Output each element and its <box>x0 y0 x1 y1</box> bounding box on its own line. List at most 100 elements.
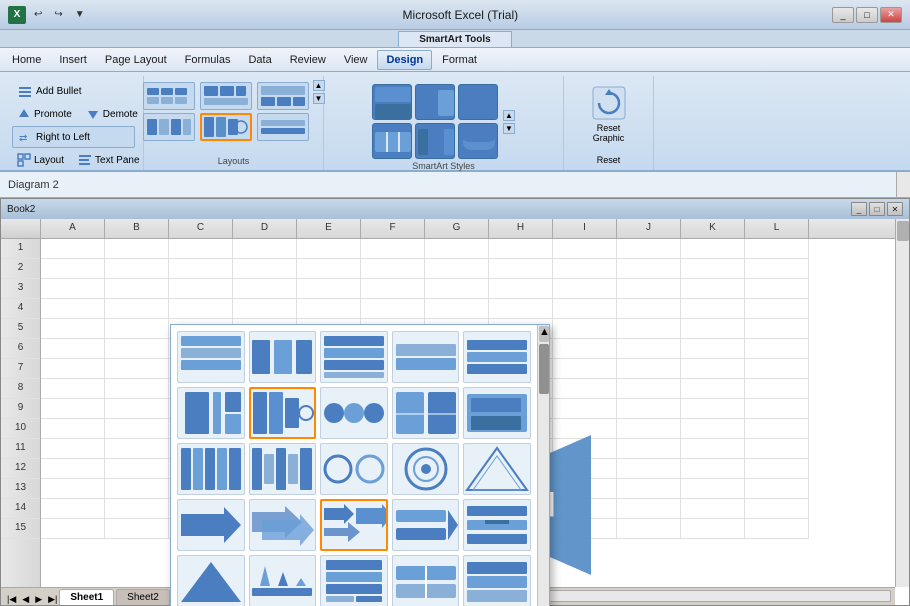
cell-h1[interactable] <box>489 239 553 259</box>
menu-bar: Home Insert Page Layout Formulas Data Re… <box>0 48 910 72</box>
layouts-scroll-up[interactable]: ▲ <box>313 80 325 91</box>
row-15: 15 <box>1 519 40 539</box>
menu-design[interactable]: Design <box>377 50 432 70</box>
dp-layout-4[interactable] <box>392 331 460 383</box>
dp-layout-16[interactable] <box>177 499 245 551</box>
cell-d1[interactable] <box>233 239 297 259</box>
smartart-style-6[interactable] <box>458 123 498 159</box>
dp-layout-21[interactable] <box>177 555 245 606</box>
right-to-left-button[interactable]: ⇄ Right to Left <box>12 126 135 148</box>
layout-thumb-4[interactable] <box>143 113 195 141</box>
vertical-scrollbar[interactable] <box>895 219 909 587</box>
undo-button[interactable]: ↩ <box>30 7 46 22</box>
menu-formulas[interactable]: Formulas <box>177 51 239 69</box>
sheet-tab-2[interactable]: Sheet2 <box>116 589 170 605</box>
close-button[interactable]: ✕ <box>880 7 902 23</box>
menu-format[interactable]: Format <box>434 51 485 69</box>
wb-restore-button[interactable]: □ <box>869 202 885 216</box>
workbook-title-bar: Book2 _ □ ✕ <box>1 199 909 219</box>
smartart-style-3[interactable] <box>415 84 455 120</box>
dp-layout-18-selected[interactable] <box>320 499 388 551</box>
dp-layout-11[interactable] <box>177 443 245 495</box>
cell-a1[interactable] <box>41 239 105 259</box>
menu-page-layout[interactable]: Page Layout <box>97 51 175 69</box>
cell-a2[interactable] <box>41 259 105 279</box>
smartart-style-2[interactable] <box>372 123 412 159</box>
dp-layout-17[interactable] <box>249 499 317 551</box>
demote-button[interactable]: Demote <box>81 104 143 124</box>
dp-layout-15[interactable] <box>463 443 531 495</box>
cell-j1[interactable] <box>617 239 681 259</box>
cell-c1[interactable] <box>169 239 233 259</box>
layouts-dropdown-panel: ▲ ▼ + More Layouts... <box>170 324 550 606</box>
menu-review[interactable]: Review <box>282 51 334 69</box>
add-bullet-button[interactable]: Add Bullet <box>12 80 135 102</box>
styles-scroll-more[interactable]: ▼ <box>503 123 515 134</box>
dp-layout-9[interactable] <box>392 387 460 439</box>
dp-layout-2[interactable] <box>249 331 317 383</box>
ribbon-scrollbar[interactable] <box>896 172 910 197</box>
layout-thumb-1[interactable] <box>143 82 195 110</box>
dp-layout-8[interactable] <box>320 387 388 439</box>
sheet-tab-1[interactable]: Sheet1 <box>59 589 114 605</box>
dropdown-scrollbar[interactable]: ▲ ▼ <box>537 325 549 606</box>
right-to-left-label: Right to Left <box>36 132 90 143</box>
maximize-button[interactable]: □ <box>856 7 878 23</box>
menu-home[interactable]: Home <box>4 51 49 69</box>
menu-insert[interactable]: Insert <box>51 51 95 69</box>
menu-data[interactable]: Data <box>240 51 279 69</box>
reset-graphic-button[interactable]: ResetGraphic <box>582 80 636 148</box>
cell-k1[interactable] <box>681 239 745 259</box>
layouts-content: ▲ ▼ <box>143 76 325 154</box>
tab-nav-next[interactable]: ▶ <box>33 594 44 605</box>
promote-button[interactable]: Promote <box>12 104 77 124</box>
layout-button[interactable]: Layout <box>12 150 69 170</box>
dp-layout-22[interactable] <box>249 555 317 606</box>
layout-thumb-6[interactable] <box>257 113 309 141</box>
cell-b2[interactable] <box>105 259 169 279</box>
smartart-style-4[interactable] <box>415 123 455 159</box>
dp-layout-25[interactable] <box>463 555 531 606</box>
cell-b1[interactable] <box>105 239 169 259</box>
wb-close-button[interactable]: ✕ <box>887 202 903 216</box>
dropdown-scroll-up[interactable]: ▲ <box>539 326 549 342</box>
minimize-button[interactable]: _ <box>832 7 854 23</box>
reset-label[interactable]: Reset <box>588 150 630 170</box>
text-pane-button[interactable]: Text Pane <box>73 150 144 170</box>
cell-e1[interactable] <box>297 239 361 259</box>
redo-button[interactable]: ↪ <box>50 7 66 22</box>
cell-l1[interactable] <box>745 239 809 259</box>
tab-nav-last[interactable]: ▶| <box>46 594 59 605</box>
dp-layout-23[interactable] <box>320 555 388 606</box>
smartart-style-5[interactable] <box>458 84 498 120</box>
tab-nav-prev[interactable]: ◀ <box>20 594 31 605</box>
dp-layout-13[interactable] <box>320 443 388 495</box>
smartart-style-1[interactable] <box>372 84 412 120</box>
dp-layout-19[interactable] <box>392 499 460 551</box>
dp-layout-20[interactable] <box>463 499 531 551</box>
layouts-grid <box>171 325 537 606</box>
tab-nav-first[interactable]: |◀ <box>5 594 18 605</box>
layout-thumb-3[interactable] <box>257 82 309 110</box>
cell-g1[interactable] <box>425 239 489 259</box>
dp-layout-24[interactable] <box>392 555 460 606</box>
layout-thumb-2[interactable] <box>200 82 252 110</box>
dp-layout-10[interactable] <box>463 387 531 439</box>
dp-layout-14[interactable] <box>392 443 460 495</box>
dp-layout-5[interactable] <box>463 331 531 383</box>
cell-i1[interactable] <box>553 239 617 259</box>
layout-thumb-5-selected[interactable] <box>200 113 252 141</box>
svg-text:⇄: ⇄ <box>19 133 27 144</box>
dp-layout-3[interactable] <box>320 331 388 383</box>
layouts-scroll-down[interactable]: ▼ <box>313 93 325 104</box>
dp-layout-7-selected[interactable] <box>249 387 317 439</box>
qat-dropdown-button[interactable]: ▼ <box>71 7 89 22</box>
dp-layout-12[interactable] <box>249 443 317 495</box>
dp-layout-6[interactable] <box>177 387 245 439</box>
dp-layout-1[interactable] <box>177 331 245 383</box>
wb-minimize-button[interactable]: _ <box>851 202 867 216</box>
menu-view[interactable]: View <box>336 51 376 69</box>
cell-f1[interactable] <box>361 239 425 259</box>
styles-scroll-up[interactable]: ▲ <box>503 110 515 121</box>
table-row <box>41 239 909 259</box>
